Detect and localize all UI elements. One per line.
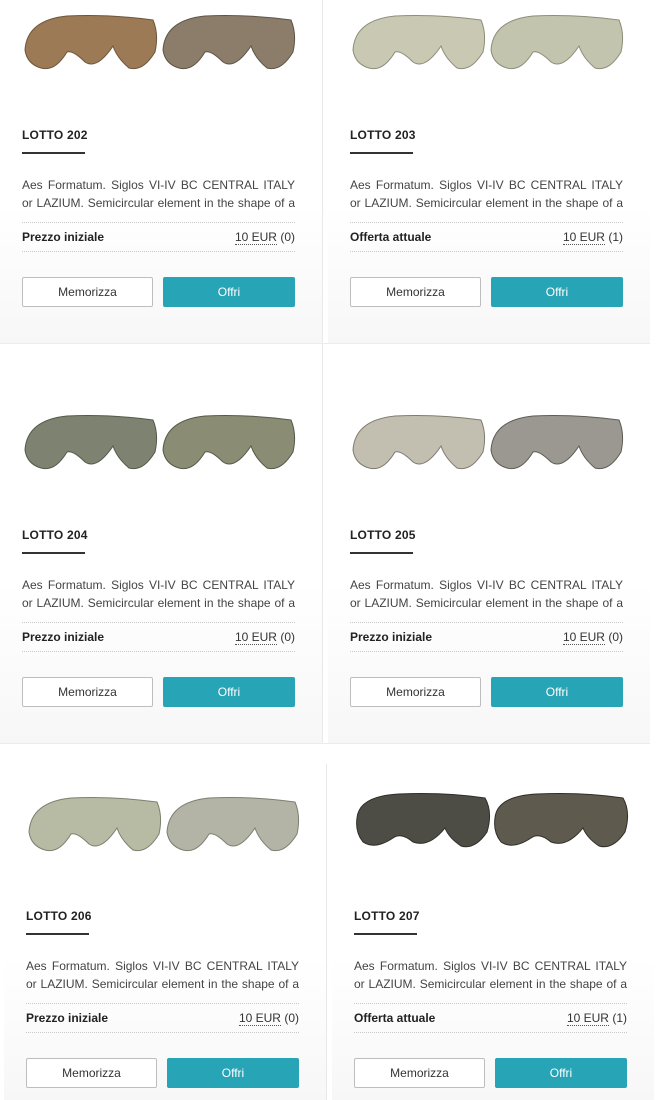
price-value: 10 EUR (1): [562, 230, 623, 245]
memorize-button[interactable]: Memorizza: [350, 277, 481, 307]
price-label: Prezzo iniziale: [22, 630, 105, 644]
price-value: 10 EUR (0): [234, 230, 295, 245]
bid-button[interactable]: Offri: [167, 1058, 299, 1088]
price-row: Prezzo iniziale 10 EUR (0): [350, 622, 623, 652]
bid-button[interactable]: Offri: [163, 277, 295, 307]
price-row: Offerta attuale 10 EUR (1): [354, 1003, 627, 1033]
lot-card[interactable]: LOTTO 206 Aes Formatum. Siglos VI-IV BC …: [4, 744, 326, 1100]
bid-button[interactable]: Offri: [491, 277, 623, 307]
price-label: Offerta attuale: [354, 1011, 436, 1025]
lot-title[interactable]: LOTTO 205: [350, 528, 416, 542]
coin-image-graphic: [352, 15, 624, 70]
price-label: Prezzo iniziale: [22, 230, 105, 244]
title-underline: [22, 152, 85, 154]
coin-image-graphic: [352, 415, 624, 470]
price-value: 10 EUR (0): [238, 1011, 299, 1026]
memorize-button[interactable]: Memorizza: [26, 1058, 157, 1088]
lot-description: Aes Formatum. Siglos VI-IV BC CENTRAL IT…: [350, 178, 623, 210]
lot-title[interactable]: LOTTO 204: [22, 528, 88, 542]
lot-description: Aes Formatum. Siglos VI-IV BC CENTRAL IT…: [354, 959, 627, 991]
price-label: Prezzo iniziale: [350, 630, 433, 644]
lot-title[interactable]: LOTTO 206: [26, 909, 92, 923]
coin-image[interactable]: [4, 788, 326, 858]
bid-button[interactable]: Offri: [495, 1058, 627, 1088]
price-label: Prezzo iniziale: [26, 1011, 109, 1025]
memorize-button[interactable]: Memorizza: [22, 277, 153, 307]
coin-image-graphic: [28, 797, 300, 852]
title-underline: [350, 152, 413, 154]
price-value: 10 EUR (1): [566, 1011, 627, 1026]
lot-description: Aes Formatum. Siglos VI-IV BC CENTRAL IT…: [22, 178, 295, 210]
coin-image[interactable]: [328, 6, 650, 76]
lot-title[interactable]: LOTTO 203: [350, 128, 416, 142]
lot-description: Aes Formatum. Siglos VI-IV BC CENTRAL IT…: [26, 959, 299, 991]
lot-description: Aes Formatum. Siglos VI-IV BC CENTRAL IT…: [350, 578, 623, 610]
lot-title[interactable]: LOTTO 202: [22, 128, 88, 142]
price-row: Offerta attuale 10 EUR (1): [350, 222, 623, 252]
coin-image-graphic: [356, 793, 629, 848]
coin-image-graphic: [24, 15, 296, 70]
lot-card[interactable]: LOTTO 202 Aes Formatum. Siglos VI-IV BC …: [0, 0, 322, 343]
grid-divider: [326, 764, 327, 1100]
grid-divider: [322, 0, 323, 744]
coin-image[interactable]: [0, 406, 322, 476]
coin-image[interactable]: [328, 406, 650, 476]
coin-image[interactable]: [332, 788, 654, 858]
coin-image[interactable]: [0, 6, 322, 76]
memorize-button[interactable]: Memorizza: [22, 677, 153, 707]
bid-button[interactable]: Offri: [163, 677, 295, 707]
price-value: 10 EUR (0): [234, 630, 295, 645]
title-underline: [350, 552, 413, 554]
lot-description: Aes Formatum. Siglos VI-IV BC CENTRAL IT…: [22, 578, 295, 610]
lot-card[interactable]: LOTTO 204 Aes Formatum. Siglos VI-IV BC …: [0, 344, 322, 743]
lot-card[interactable]: LOTTO 203 Aes Formatum. Siglos VI-IV BC …: [328, 0, 650, 343]
bid-button[interactable]: Offri: [491, 677, 623, 707]
memorize-button[interactable]: Memorizza: [354, 1058, 485, 1088]
title-underline: [22, 552, 85, 554]
title-underline: [26, 933, 89, 935]
price-row: Prezzo iniziale 10 EUR (0): [26, 1003, 299, 1033]
coin-image-graphic: [24, 415, 296, 470]
price-row: Prezzo iniziale 10 EUR (0): [22, 622, 295, 652]
price-value: 10 EUR (0): [562, 630, 623, 645]
title-underline: [354, 933, 417, 935]
lot-title[interactable]: LOTTO 207: [354, 909, 420, 923]
lot-card[interactable]: LOTTO 205 Aes Formatum. Siglos VI-IV BC …: [328, 344, 650, 743]
memorize-button[interactable]: Memorizza: [350, 677, 481, 707]
lot-card[interactable]: LOTTO 207 Aes Formatum. Siglos VI-IV BC …: [332, 744, 654, 1100]
price-label: Offerta attuale: [350, 230, 432, 244]
price-row: Prezzo iniziale 10 EUR (0): [22, 222, 295, 252]
